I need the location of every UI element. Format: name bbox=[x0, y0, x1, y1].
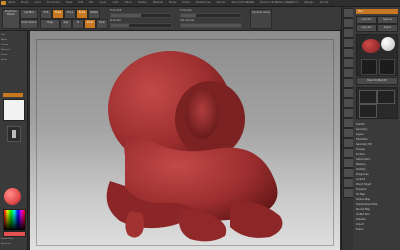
menu-marker[interactable]: Marker bbox=[138, 1, 147, 4]
import-button[interactable]: Import bbox=[377, 24, 398, 32]
tool-palette-header[interactable]: Tool bbox=[356, 9, 398, 14]
copy-tool-button[interactable]: Copy Tool bbox=[356, 24, 377, 32]
menu-stencil[interactable]: Stencil bbox=[231, 1, 239, 4]
left-item-brush[interactable]: Brush bbox=[1, 58, 25, 62]
tool-subpanel-surface[interactable]: Surface bbox=[356, 153, 365, 156]
tool-subpanel-displacement-map[interactable]: Displacement Map bbox=[356, 203, 377, 206]
rgb-button[interactable]: Rgb bbox=[60, 19, 72, 29]
tool-subpanel-initialize[interactable]: Initialize bbox=[356, 218, 366, 221]
top-shelf: Projection Master LightBox Quick Sketch … bbox=[0, 7, 400, 31]
menu-brush[interactable]: Brush bbox=[21, 1, 28, 4]
texture-thumbnail[interactable] bbox=[7, 126, 21, 142]
projection-master-button[interactable]: Projection Master bbox=[2, 9, 20, 29]
menu-alpha[interactable]: Alpha bbox=[8, 1, 15, 4]
material-sphere-icon[interactable] bbox=[4, 188, 21, 205]
tool-subpanel-unified-skin[interactable]: Unified Skin bbox=[356, 213, 370, 216]
menu-movie[interactable]: Movie bbox=[169, 1, 176, 4]
app-title: ZBrush 3.5 bbox=[240, 1, 254, 4]
tool-subpanel-normal-map[interactable]: Normal Map bbox=[356, 208, 370, 211]
load-tool-button[interactable]: Load Tool bbox=[356, 16, 377, 24]
save-as-button[interactable]: Save As bbox=[377, 16, 398, 24]
rotate-button[interactable]: Rotate bbox=[88, 9, 100, 19]
canvas-viewport[interactable] bbox=[30, 31, 340, 250]
left-item-texture[interactable]: Texture bbox=[1, 43, 25, 47]
tool-subpanel-preview[interactable]: Preview bbox=[356, 148, 365, 151]
focal-shift-label: Focal Shift bbox=[110, 9, 122, 12]
menu-picker[interactable]: Picker bbox=[182, 1, 189, 4]
tool-preview[interactable] bbox=[356, 34, 398, 76]
mrgb-button[interactable]: Mrgb bbox=[40, 19, 60, 29]
tool-subpanel-subtool[interactable]: SubTool bbox=[356, 123, 365, 126]
tool-subpanel-polypaint[interactable]: Polypaint bbox=[356, 188, 367, 191]
tool-palette: Tool Load Tool Save As Copy Tool Import … bbox=[353, 7, 400, 250]
draw-button[interactable]: Draw bbox=[52, 9, 64, 19]
left-item-material[interactable]: Material bbox=[1, 48, 25, 52]
tool-subpanel-uv-map[interactable]: UV Map bbox=[356, 193, 365, 196]
menu-zscript[interactable]: Zscript bbox=[320, 1, 329, 4]
tool-subpanel-masking[interactable]: Masking bbox=[356, 163, 365, 166]
sculpted-model[interactable] bbox=[30, 31, 340, 250]
make-polymesh3d-button[interactable]: Make PolyMesh3D bbox=[356, 77, 398, 85]
menu-material[interactable]: Material bbox=[153, 1, 163, 4]
menu-preferences[interactable]: Preferences bbox=[196, 1, 211, 4]
color-picker[interactable] bbox=[3, 209, 26, 231]
menu-render[interactable]: Render bbox=[217, 1, 226, 4]
draw-size-label: Draw Size bbox=[110, 19, 121, 22]
menu-layer[interactable]: Layer bbox=[99, 1, 106, 4]
tool-subpanel-geometry-hd[interactable]: Geometry HD bbox=[356, 143, 372, 146]
tool-subpanel-morph-target[interactable]: Morph Target bbox=[356, 183, 371, 186]
tool-subpanel-fibermesh[interactable]: FiberMesh bbox=[356, 138, 368, 141]
left-item-alternate[interactable]: Alternate bbox=[1, 242, 25, 246]
edit-button[interactable]: Edit bbox=[40, 9, 52, 19]
tool-subpanel-import[interactable]: Import bbox=[356, 223, 364, 226]
tool-subpanel-texture-map[interactable]: Texture Map bbox=[356, 198, 370, 201]
menu-zplugin[interactable]: Zplugin bbox=[304, 1, 313, 4]
document-title: ZBrush Document bbox=[270, 1, 293, 4]
zsub-button[interactable]: Zsub bbox=[96, 19, 108, 29]
lightbox-button[interactable]: LightBox bbox=[20, 9, 38, 19]
tool-subpanel-contact[interactable]: Contact bbox=[356, 178, 365, 181]
menu-edit[interactable]: Edit bbox=[78, 1, 83, 4]
menu-texture[interactable]: Texture bbox=[260, 1, 269, 4]
left-item-switchcolor[interactable]: SwitchColor bbox=[1, 237, 25, 241]
left-item-alpha[interactable]: Alpha bbox=[1, 38, 25, 42]
menu-macro[interactable]: Macro bbox=[125, 1, 133, 4]
menu-file[interactable]: File bbox=[89, 1, 93, 4]
alpha-thumbnail[interactable] bbox=[3, 99, 25, 121]
tool-subpanel-deformation[interactable]: Deformation bbox=[356, 158, 370, 161]
active-brush-indicator[interactable] bbox=[3, 93, 23, 97]
tool-subpanel-geometry[interactable]: Geometry bbox=[356, 128, 367, 131]
tool-subpanel-polygroups[interactable]: Polygroups bbox=[356, 173, 369, 176]
draw-size-slider[interactable] bbox=[110, 23, 172, 28]
left-shelf: Tool Alpha Texture Material Stroke Brush… bbox=[0, 31, 28, 250]
move-button[interactable]: Move bbox=[64, 9, 76, 19]
app-logo-icon[interactable] bbox=[1, 1, 6, 5]
menu-color[interactable]: Color bbox=[34, 1, 41, 4]
menu-bar: Alpha Brush Color Document Draw Edit File Layer… bbox=[0, 0, 400, 7]
rgb-intensity-slider[interactable] bbox=[180, 23, 242, 28]
dynamic-persp-button[interactable]: Dynamic Persp bbox=[250, 9, 272, 29]
menu-document[interactable]: Document bbox=[47, 1, 60, 4]
subtool-list[interactable] bbox=[356, 87, 398, 119]
left-item-stroke[interactable]: Stroke bbox=[1, 53, 25, 57]
zadd-button[interactable]: Zadd bbox=[84, 19, 96, 29]
tool-subpanel-layers[interactable]: Layers bbox=[356, 133, 364, 136]
tool-subpanel-export[interactable]: Export bbox=[356, 228, 364, 231]
left-item-tool[interactable]: Tool bbox=[1, 33, 25, 37]
m-button[interactable]: M bbox=[72, 19, 84, 29]
right-shelf bbox=[341, 7, 354, 250]
menu-draw[interactable]: Draw bbox=[66, 1, 73, 4]
focal-shift-slider[interactable] bbox=[110, 13, 172, 18]
quick-sketch-button[interactable]: Quick Sketch bbox=[20, 19, 38, 29]
scale-button[interactable]: Scale bbox=[76, 9, 88, 19]
z-intensity-label: Z Intensity bbox=[180, 9, 192, 12]
tool-subpanel-visibility[interactable]: Visibility bbox=[356, 168, 366, 171]
menu-light[interactable]: Light bbox=[112, 1, 118, 4]
rgb-intensity-label: Rgb Intensity bbox=[180, 19, 195, 22]
z-intensity-slider[interactable] bbox=[180, 13, 242, 18]
